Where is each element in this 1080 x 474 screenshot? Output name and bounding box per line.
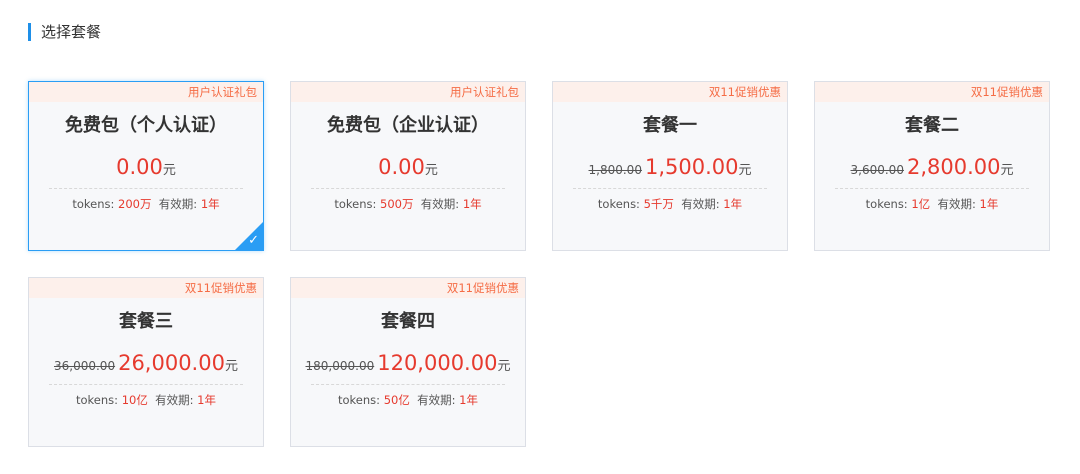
package-meta: tokens: 1亿 有效期: 1年 [815, 196, 1049, 212]
validity-value: 1年 [979, 197, 999, 211]
price-unit: 元 [424, 163, 438, 178]
validity-label: 有效期: [681, 197, 720, 211]
promo-tag: 用户认证礼包 [29, 82, 263, 102]
package-card-personal-free[interactable]: 用户认证礼包 免费包（个人认证） 0.00元 tokens: 200万 有效期:… [28, 81, 264, 251]
price: 120,000.00 [377, 351, 498, 375]
package-card-3[interactable]: 双11促销优惠 套餐三 36,000.00 26,000.00元 tokens: … [28, 277, 264, 447]
price: 0.00 [378, 155, 425, 179]
price-row: 36,000.00 26,000.00元 [29, 348, 263, 378]
original-price: 36,000.00 [54, 359, 116, 373]
validity-value: 1年 [200, 197, 220, 211]
tokens-value: 200万 [118, 197, 152, 211]
divider [311, 384, 505, 385]
promo-tag: 双11促销优惠 [553, 82, 787, 102]
price-unit: 元 [497, 359, 511, 374]
package-name: 免费包（个人认证） [65, 115, 227, 136]
price: 26,000.00 [118, 351, 225, 375]
price-unit: 元 [738, 163, 752, 178]
section-title: 选择套餐 [28, 23, 101, 41]
original-price: 1,800.00 [588, 163, 642, 177]
validity-label: 有效期: [420, 197, 460, 211]
price-row: 180,000.00 120,000.00元 [291, 348, 525, 378]
price-row: 0.00元 [29, 152, 263, 182]
promo-tag: 双11促销优惠 [291, 278, 525, 298]
price: 1,500.00 [644, 155, 739, 179]
validity-value: 1年 [459, 393, 478, 407]
tokens-value: 10亿 [121, 393, 148, 407]
package-name: 免费包（企业认证） [327, 115, 489, 136]
price: 2,800.00 [906, 155, 1001, 179]
validity-value: 1年 [723, 197, 743, 211]
divider [311, 188, 505, 189]
validity-label: 有效期: [937, 197, 976, 211]
price-row: 3,600.00 2,800.00元 [815, 152, 1049, 182]
package-meta: tokens: 200万 有效期: 1年 [29, 196, 263, 212]
tokens-value: 1亿 [911, 197, 931, 211]
divider [835, 188, 1029, 189]
package-name: 套餐二 [905, 115, 959, 136]
package-name: 套餐三 [119, 311, 173, 332]
package-meta: tokens: 500万 有效期: 1年 [291, 196, 525, 212]
tokens-label: tokens: [338, 393, 381, 407]
package-meta: tokens: 50亿 有效期: 1年 [291, 392, 525, 408]
package-card-1[interactable]: 双11促销优惠 套餐一 1,800.00 1,500.00元 tokens: 5千… [552, 81, 788, 251]
tokens-value: 5千万 [643, 197, 674, 211]
original-price: 180,000.00 [305, 359, 375, 373]
tokens-label: tokens: [72, 197, 115, 211]
divider [49, 384, 243, 385]
package-meta: tokens: 5千万 有效期: 1年 [553, 196, 787, 212]
validity-value: 1年 [462, 197, 482, 211]
price-row: 1,800.00 1,500.00元 [553, 152, 787, 182]
price-unit: 元 [224, 359, 238, 374]
divider [49, 188, 243, 189]
package-meta: tokens: 10亿 有效期: 1年 [29, 392, 263, 408]
original-price: 3,600.00 [850, 163, 904, 177]
price: 0.00 [116, 155, 163, 179]
validity-value: 1年 [197, 393, 216, 407]
promo-tag: 双11促销优惠 [815, 82, 1049, 102]
tokens-label: tokens: [334, 197, 377, 211]
tokens-label: tokens: [597, 197, 640, 211]
package-card-enterprise-free[interactable]: 用户认证礼包 免费包（企业认证） 0.00元 tokens: 500万 有效期:… [290, 81, 526, 251]
validity-label: 有效期: [155, 393, 194, 407]
package-card-4[interactable]: 双11促销优惠 套餐四 180,000.00 120,000.00元 tokens… [290, 277, 526, 447]
package-card-2[interactable]: 双11促销优惠 套餐二 3,600.00 2,800.00元 tokens: 1亿… [814, 81, 1050, 251]
tokens-value: 50亿 [383, 393, 410, 407]
promo-tag: 双11促销优惠 [29, 278, 263, 298]
checkmark-icon: ✓ [248, 233, 259, 248]
price-row: 0.00元 [291, 152, 525, 182]
package-name: 套餐四 [381, 311, 435, 332]
tokens-label: tokens: [76, 393, 119, 407]
price-unit: 元 [162, 163, 176, 178]
price-unit: 元 [1000, 163, 1014, 178]
validity-label: 有效期: [417, 393, 456, 407]
tokens-label: tokens: [865, 197, 908, 211]
validity-label: 有效期: [158, 197, 198, 211]
divider [573, 188, 767, 189]
package-name: 套餐一 [643, 115, 697, 136]
tokens-value: 500万 [380, 197, 414, 211]
promo-tag: 用户认证礼包 [291, 82, 525, 102]
